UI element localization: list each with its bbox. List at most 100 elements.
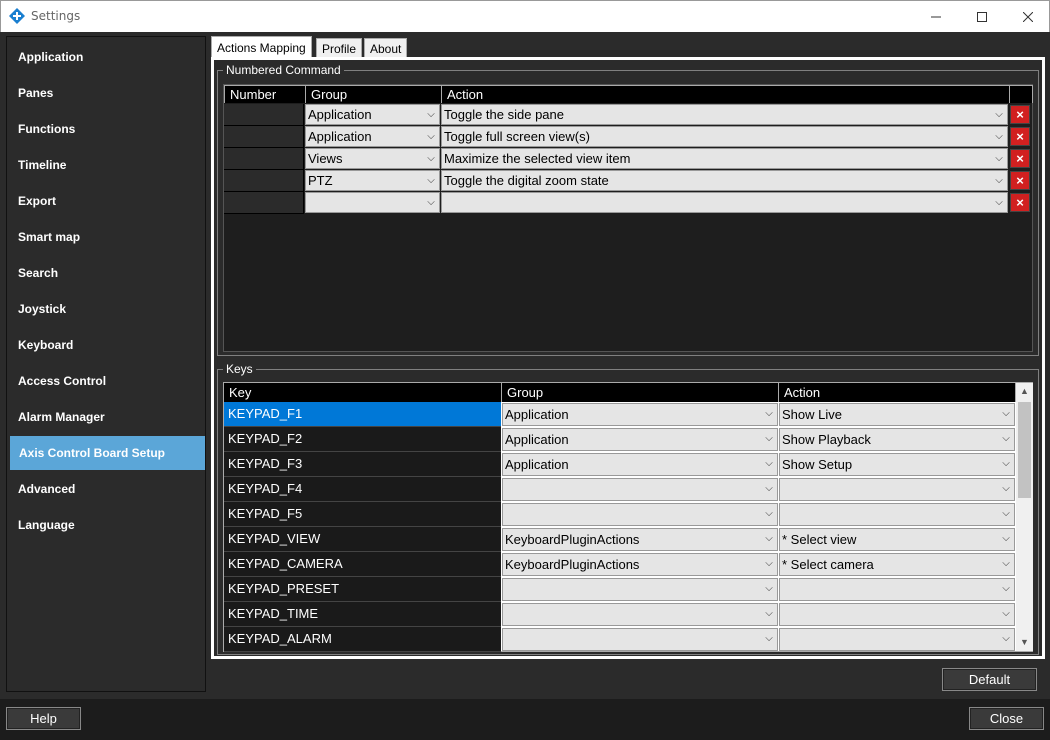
keys-table: Key Group Action KEYPAD_F1 Application ⌵ Sh… bbox=[223, 382, 1033, 652]
column-header-action[interactable]: Action bbox=[441, 85, 1009, 103]
default-button[interactable]: Default bbox=[942, 668, 1037, 691]
table-row[interactable]: KEYPAD_F5 ⌵ ⌵ bbox=[224, 502, 1015, 527]
group-dropdown[interactable]: Application ⌵ bbox=[305, 126, 440, 147]
group-dropdown[interactable]: Views ⌵ bbox=[305, 148, 440, 169]
delete-row-button[interactable]: × bbox=[1010, 149, 1030, 168]
group-dropdown[interactable]: Application ⌵ bbox=[305, 104, 440, 125]
window-close-button[interactable] bbox=[1005, 1, 1050, 32]
key-cell[interactable]: KEYPAD_F4 bbox=[224, 477, 501, 502]
sidebar-item-advanced[interactable]: Advanced bbox=[7, 472, 205, 506]
close-button[interactable]: Close bbox=[969, 707, 1044, 730]
action-dropdown[interactable]: * Select camera ⌵ bbox=[779, 553, 1015, 576]
scroll-thumb[interactable] bbox=[1018, 402, 1031, 498]
key-cell[interactable]: KEYPAD_VIEW bbox=[224, 527, 501, 552]
sidebar-item-joystick[interactable]: Joystick bbox=[7, 292, 205, 326]
scroll-up-icon[interactable]: ▲ bbox=[1016, 383, 1033, 400]
key-cell[interactable]: KEYPAD_PRESET bbox=[224, 577, 501, 602]
number-cell[interactable] bbox=[224, 170, 304, 192]
table-row[interactable]: KEYPAD_F4 ⌵ ⌵ bbox=[224, 477, 1015, 502]
key-cell[interactable]: KEYPAD_TIME bbox=[224, 602, 501, 627]
column-header-group[interactable]: Group bbox=[502, 383, 779, 402]
table-row[interactable]: KEYPAD_PRESET ⌵ ⌵ bbox=[224, 577, 1015, 602]
scroll-down-icon[interactable]: ▼ bbox=[1016, 634, 1033, 651]
table-row[interactable]: KEYPAD_F1 Application ⌵ Show Live ⌵ bbox=[224, 402, 1015, 427]
group-dropdown[interactable]: KeyboardPluginActions ⌵ bbox=[502, 553, 778, 576]
group-dropdown[interactable]: ⌵ bbox=[502, 578, 778, 601]
action-dropdown[interactable]: ⌵ bbox=[779, 603, 1015, 626]
delete-row-button[interactable]: × bbox=[1010, 105, 1030, 124]
number-cell[interactable] bbox=[224, 192, 304, 214]
group-dropdown[interactable]: ⌵ bbox=[502, 628, 778, 651]
action-dropdown[interactable]: Show Playback ⌵ bbox=[779, 428, 1015, 451]
numbered-command-title: Numbered Command bbox=[223, 63, 344, 77]
tab-profile[interactable]: Profile bbox=[316, 38, 363, 58]
action-dropdown[interactable]: Toggle full screen view(s) ⌵ bbox=[441, 126, 1008, 147]
action-dropdown[interactable]: ⌵ bbox=[779, 478, 1015, 501]
group-dropdown[interactable]: ⌵ bbox=[305, 192, 440, 213]
action-dropdown[interactable]: Toggle the side pane ⌵ bbox=[441, 104, 1008, 125]
group-dropdown[interactable]: PTZ ⌵ bbox=[305, 170, 440, 191]
number-cell[interactable] bbox=[224, 126, 304, 148]
key-cell[interactable]: KEYPAD_F1 bbox=[224, 402, 501, 427]
action-dropdown[interactable]: Show Setup ⌵ bbox=[779, 453, 1015, 476]
group-dropdown[interactable]: ⌵ bbox=[502, 478, 778, 501]
chevron-down-icon: ⌵ bbox=[1002, 558, 1010, 569]
action-dropdown[interactable]: ⌵ bbox=[779, 628, 1015, 651]
key-cell[interactable]: KEYPAD_F3 bbox=[224, 452, 501, 477]
group-dropdown[interactable]: ⌵ bbox=[502, 603, 778, 626]
table-row[interactable]: KEYPAD_F2 Application ⌵ Show Playback ⌵ bbox=[224, 427, 1015, 452]
group-dropdown[interactable]: Application ⌵ bbox=[502, 403, 778, 426]
tab-about[interactable]: About bbox=[364, 38, 408, 58]
group-dropdown[interactable]: Application ⌵ bbox=[502, 453, 778, 476]
sidebar-item-functions[interactable]: Functions bbox=[7, 112, 205, 146]
action-dropdown[interactable]: Maximize the selected view item ⌵ bbox=[441, 148, 1008, 169]
sidebar-item-keyboard[interactable]: Keyboard bbox=[7, 328, 205, 362]
sidebar-item-export[interactable]: Export bbox=[7, 184, 205, 218]
table-row[interactable]: KEYPAD_ALARM ⌵ ⌵ bbox=[224, 627, 1015, 652]
group-dropdown[interactable]: KeyboardPluginActions ⌵ bbox=[502, 528, 778, 551]
delete-row-button[interactable]: × bbox=[1010, 127, 1030, 146]
help-button[interactable]: Help bbox=[6, 707, 81, 730]
column-header-number[interactable]: Number bbox=[224, 85, 305, 103]
table-row[interactable]: KEYPAD_VIEW KeyboardPluginActions ⌵ * Selec… bbox=[224, 527, 1015, 552]
keys-scrollbar[interactable]: ▲ ▼ bbox=[1016, 383, 1033, 651]
action-dropdown[interactable]: * Select view ⌵ bbox=[779, 528, 1015, 551]
table-row[interactable]: KEYPAD_TIME ⌵ ⌵ bbox=[224, 602, 1015, 627]
sidebar-item-search[interactable]: Search bbox=[7, 256, 205, 290]
key-cell[interactable]: KEYPAD_ALARM bbox=[224, 627, 501, 652]
sidebar-item-application[interactable]: Application bbox=[7, 40, 205, 74]
group-dropdown-value: Application bbox=[308, 107, 372, 122]
table-row[interactable]: KEYPAD_F3 Application ⌵ Show Setup ⌵ bbox=[224, 452, 1015, 477]
number-cell[interactable] bbox=[224, 148, 304, 170]
group-dropdown[interactable]: ⌵ bbox=[502, 503, 778, 526]
minimize-button[interactable] bbox=[913, 1, 959, 32]
column-header-action[interactable]: Action bbox=[779, 383, 1016, 402]
sidebar-item-access-control[interactable]: Access Control bbox=[7, 364, 205, 398]
number-cell[interactable] bbox=[224, 104, 304, 126]
delete-row-button[interactable]: × bbox=[1010, 193, 1030, 212]
column-header-key[interactable]: Key bbox=[224, 383, 502, 402]
key-cell[interactable]: KEYPAD_F2 bbox=[224, 427, 501, 452]
action-dropdown[interactable]: ⌵ bbox=[779, 578, 1015, 601]
chevron-down-icon: ⌵ bbox=[765, 458, 773, 469]
column-header-group[interactable]: Group bbox=[305, 85, 441, 103]
delete-row-button[interactable]: × bbox=[1010, 171, 1030, 190]
action-dropdown[interactable]: ⌵ bbox=[441, 192, 1008, 213]
action-dropdown[interactable]: ⌵ bbox=[779, 503, 1015, 526]
sidebar-item-alarm-manager[interactable]: Alarm Manager bbox=[7, 400, 205, 434]
sidebar-item-label: Joystick bbox=[18, 302, 67, 316]
sidebar-item-axis-control-board-setup[interactable]: Axis Control Board Setup bbox=[10, 436, 205, 470]
sidebar-item-label: Panes bbox=[18, 86, 54, 100]
tab-actions-mapping[interactable]: Actions Mapping bbox=[211, 36, 312, 58]
action-dropdown[interactable]: Show Live ⌵ bbox=[779, 403, 1015, 426]
action-dropdown[interactable]: Toggle the digital zoom state ⌵ bbox=[441, 170, 1008, 191]
maximize-button[interactable] bbox=[959, 1, 1005, 32]
key-cell[interactable]: KEYPAD_CAMERA bbox=[224, 552, 501, 577]
key-cell[interactable]: KEYPAD_F5 bbox=[224, 502, 501, 527]
sidebar-item-timeline[interactable]: Timeline bbox=[7, 148, 205, 182]
sidebar-item-language[interactable]: Language bbox=[7, 508, 205, 542]
sidebar-item-panes[interactable]: Panes bbox=[7, 76, 205, 110]
table-row[interactable]: KEYPAD_CAMERA KeyboardPluginActions ⌵ * Sel… bbox=[224, 552, 1015, 577]
sidebar-item-smart-map[interactable]: Smart map bbox=[7, 220, 205, 254]
group-dropdown[interactable]: Application ⌵ bbox=[502, 428, 778, 451]
